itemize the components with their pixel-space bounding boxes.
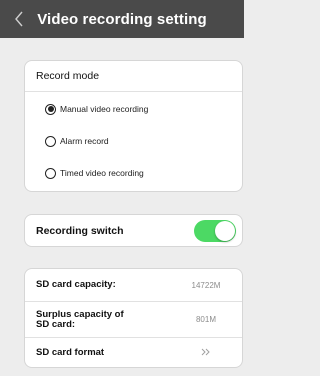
back-button[interactable]	[10, 9, 28, 29]
navigation-bar: Video recording setting	[0, 0, 244, 38]
radio-timed-recording[interactable]: Timed video recording	[45, 163, 144, 183]
radio-button[interactable]	[45, 135, 56, 147]
recording-switch-toggle[interactable]	[194, 219, 236, 242]
page-title: Video recording setting	[37, 10, 207, 28]
recording-switch-label: Recording switch	[36, 224, 124, 237]
radio-alarm-record[interactable]: Alarm record	[45, 131, 109, 151]
radio-button-selected[interactable]	[45, 103, 56, 115]
radio-label: Timed video recording	[60, 168, 144, 178]
radio-label: Manual video recording	[60, 104, 149, 114]
sd-format-row[interactable]: SD card format	[25, 338, 242, 368]
sd-surplus-label: Surplus capacity of SD card:	[25, 309, 176, 330]
record-mode-header: Record mode	[25, 61, 242, 92]
sd-card-info-card: SD card capacity: 14722M Surplus capacit…	[24, 268, 243, 368]
sd-surplus-row: Surplus capacity of SD card: 801M	[25, 302, 242, 338]
sd-surplus-label-line2: SD card:	[36, 318, 76, 330]
radio-button[interactable]	[45, 167, 56, 179]
radio-label: Alarm record	[60, 136, 109, 146]
toggle-knob	[215, 220, 235, 241]
radio-manual-recording[interactable]: Manual video recording	[45, 99, 148, 119]
sd-surplus-value: 801M	[195, 315, 216, 324]
sd-capacity-value: 14722M	[191, 280, 221, 290]
sd-capacity-row: SD card capacity: 14722M	[25, 269, 242, 302]
chevron-left-icon	[15, 11, 23, 27]
record-mode-card: Record mode Manual video recording Alarm…	[24, 60, 243, 192]
double-chevron-right-icon	[176, 348, 236, 358]
recording-switch-card: Recording switch	[24, 214, 243, 247]
sd-capacity-label: SD card capacity:	[36, 279, 116, 290]
sd-format-label: SD card format	[36, 347, 105, 358]
